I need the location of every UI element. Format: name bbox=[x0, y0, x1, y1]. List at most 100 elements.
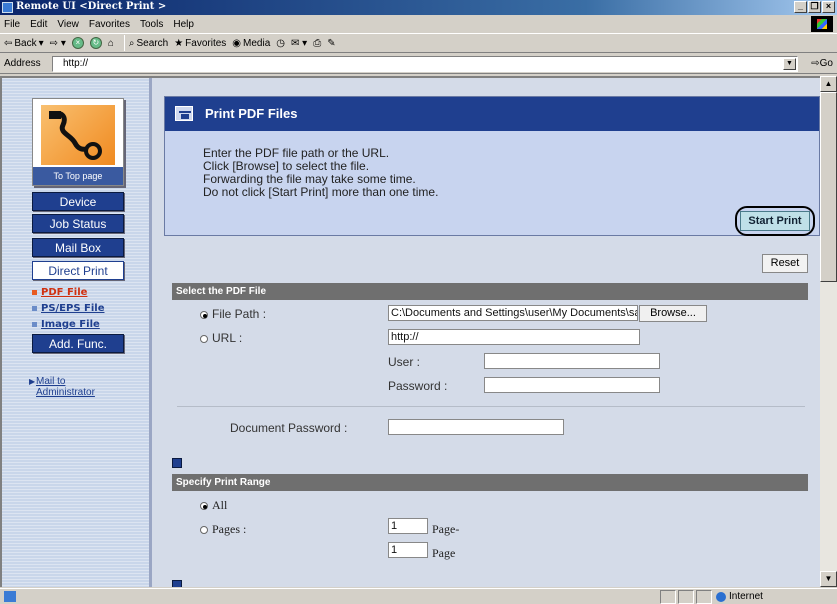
url-input[interactable]: http:// bbox=[388, 329, 640, 345]
pages-radio[interactable]: Pages : bbox=[200, 522, 246, 537]
all-radio[interactable]: All bbox=[200, 498, 227, 513]
section-select-pdf-file: Select the PDF File bbox=[172, 283, 808, 300]
radio-selected-icon bbox=[200, 310, 208, 319]
menu-edit[interactable]: Edit bbox=[30, 19, 47, 30]
user-label: User : bbox=[388, 355, 421, 369]
favorites-icon: ★ bbox=[174, 37, 184, 49]
start-print-button[interactable]: Start Print bbox=[740, 211, 810, 231]
to-top-page-label: To Top page bbox=[33, 167, 123, 185]
go-button[interactable]: ⇨Go bbox=[811, 58, 833, 69]
globe-icon bbox=[716, 591, 726, 602]
page-from-suffix: Page- bbox=[432, 522, 460, 536]
radio-unselected-icon bbox=[200, 334, 208, 343]
window-controls: _ ❐ × bbox=[794, 1, 835, 13]
top-page-logo[interactable]: To Top page bbox=[32, 98, 124, 186]
address-bar: Address http:// ▼ ⇨Go bbox=[0, 54, 837, 74]
sublink-ps-eps-file[interactable]: PS/EPS File bbox=[32, 303, 105, 314]
nav-add-func[interactable]: Add. Func. bbox=[32, 334, 124, 353]
reset-button[interactable]: Reset bbox=[762, 254, 808, 273]
media-icon: ◉ bbox=[232, 37, 242, 49]
header-bar: Print PDF Files bbox=[165, 97, 819, 131]
print-icon: ⎙ bbox=[313, 37, 322, 49]
page-to-suffix: Page bbox=[432, 546, 456, 560]
nav-direct-print[interactable]: Direct Print bbox=[32, 261, 124, 280]
menu-favorites[interactable]: Favorites bbox=[89, 19, 130, 30]
status-pane bbox=[660, 590, 676, 604]
print-button[interactable]: ⎙ bbox=[313, 38, 321, 49]
window-title-bar: Remote UI <Direct Print > _ ❐ × bbox=[0, 0, 837, 15]
browse-button[interactable]: Browse... bbox=[639, 305, 707, 322]
file-path-input[interactable]: C:\Documents and Settings\user\My Docume… bbox=[388, 305, 638, 321]
windows-logo-icon bbox=[811, 16, 833, 32]
address-label: Address bbox=[4, 58, 41, 69]
media-button[interactable]: ◉ Media bbox=[232, 38, 270, 49]
menu-file[interactable]: File bbox=[4, 19, 20, 30]
toolbar: ⇦ Back ▾ ⇨ ▾ × ↻ ⌂ ⌕ Search ★ Favorites ◉ Me… bbox=[0, 33, 837, 53]
forward-button[interactable]: ⇨ ▾ bbox=[50, 38, 66, 49]
document-password-input[interactable] bbox=[388, 419, 564, 435]
vertical-scrollbar[interactable]: ▲ ▼ bbox=[820, 76, 837, 587]
search-button[interactable]: ⌕ Search bbox=[129, 38, 168, 49]
ie-icon bbox=[2, 2, 13, 13]
left-nav: To Top page Device Job Status Mail Box D… bbox=[2, 78, 152, 587]
status-pane bbox=[696, 590, 712, 604]
stop-icon: × bbox=[71, 37, 84, 49]
window-title: Remote UI <Direct Print > bbox=[16, 1, 167, 12]
page-to-input[interactable]: 1 bbox=[388, 542, 428, 558]
header-panel: Print PDF Files Enter the PDF file path … bbox=[164, 96, 820, 236]
stop-button[interactable]: × bbox=[71, 37, 84, 49]
nav-job-status[interactable]: Job Status bbox=[32, 214, 124, 233]
sublink-pdf-file[interactable]: PDF File bbox=[32, 287, 87, 298]
mail-button[interactable]: ✉ ▾ bbox=[291, 38, 307, 49]
sublink-image-file[interactable]: Image File bbox=[32, 319, 100, 330]
user-input[interactable] bbox=[484, 353, 660, 369]
menu-help[interactable]: Help bbox=[173, 19, 194, 30]
back-arrow-icon: ⇦ bbox=[4, 37, 13, 49]
nav-device[interactable]: Device bbox=[32, 192, 124, 211]
mail-icon: ✉ ▾ bbox=[291, 37, 308, 49]
instructions: Enter the PDF file path or the URL. Clic… bbox=[203, 146, 439, 199]
edit-icon: ✎ bbox=[327, 37, 336, 49]
url-radio[interactable]: URL : bbox=[200, 331, 242, 345]
document-password-label: Document Password : bbox=[230, 421, 348, 435]
scroll-up-icon[interactable]: ▲ bbox=[820, 76, 837, 92]
password-input[interactable] bbox=[484, 377, 660, 393]
home-button[interactable]: ⌂ bbox=[108, 38, 114, 49]
collapse-icon[interactable] bbox=[172, 580, 182, 587]
address-value: http:// bbox=[63, 58, 89, 69]
collapse-icon[interactable] bbox=[172, 458, 182, 468]
page-icon bbox=[4, 591, 16, 602]
scroll-thumb[interactable] bbox=[820, 92, 837, 282]
scroll-down-icon[interactable]: ▼ bbox=[820, 571, 837, 587]
mail-to-administrator-link[interactable]: ▶ Mail to Administrator bbox=[29, 376, 95, 398]
file-path-radio[interactable]: File Path : bbox=[200, 307, 266, 321]
address-dropdown-icon[interactable]: ▼ bbox=[783, 58, 796, 70]
radio-selected-icon bbox=[200, 502, 208, 511]
refresh-icon: ↻ bbox=[89, 37, 102, 49]
restore-icon[interactable]: ❐ bbox=[808, 1, 821, 13]
bullet-icon bbox=[32, 289, 37, 295]
page-content: To Top page Device Job Status Mail Box D… bbox=[0, 76, 820, 587]
history-button[interactable]: ◷ bbox=[276, 38, 285, 49]
bullet-icon bbox=[32, 321, 37, 327]
close-icon[interactable]: × bbox=[822, 1, 835, 13]
cable-icon bbox=[49, 111, 102, 160]
security-zone: Internet bbox=[716, 591, 763, 602]
page-from-input[interactable]: 1 bbox=[388, 518, 428, 534]
refresh-button[interactable]: ↻ bbox=[89, 37, 102, 49]
menu-view[interactable]: View bbox=[57, 19, 79, 30]
history-icon: ◷ bbox=[276, 37, 285, 49]
start-print-highlight: Start Print bbox=[735, 206, 815, 236]
printer-icon bbox=[175, 106, 193, 121]
nav-mail-box[interactable]: Mail Box bbox=[32, 238, 124, 257]
menu-tools[interactable]: Tools bbox=[140, 19, 163, 30]
edit-button[interactable]: ✎ bbox=[327, 38, 335, 49]
menu-bar: File Edit View Favorites Tools Help bbox=[0, 15, 837, 33]
back-button[interactable]: ⇦ Back ▾ bbox=[4, 38, 44, 49]
home-icon: ⌂ bbox=[107, 37, 114, 49]
bullet-icon bbox=[32, 305, 37, 311]
arrow-icon: ▶ bbox=[29, 377, 36, 386]
favorites-button[interactable]: ★ Favorites bbox=[174, 38, 226, 49]
minimize-icon[interactable]: _ bbox=[794, 1, 807, 13]
address-input[interactable]: http:// ▼ bbox=[52, 56, 798, 72]
